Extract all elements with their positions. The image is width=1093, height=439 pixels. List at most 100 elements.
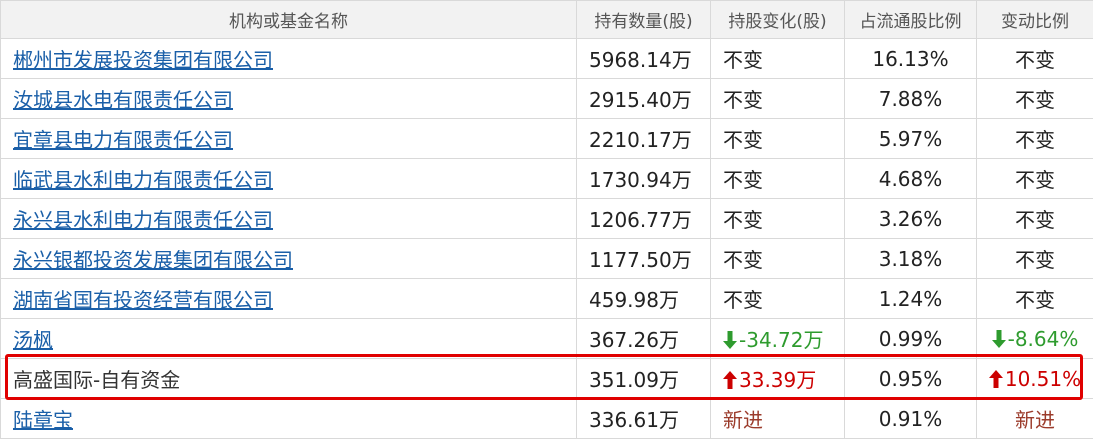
- cell-float-pct: 0.91%: [845, 399, 977, 439]
- cell-holding: 2915.40万: [577, 79, 711, 119]
- arrow-down-icon: [723, 328, 739, 352]
- table-row: 永兴县水利电力有限责任公司1206.77万不变3.26%不变: [1, 199, 1093, 239]
- header-institution-name[interactable]: 机构或基金名称: [1, 1, 577, 39]
- institution-link[interactable]: 湖南省国有投资经营有限公司: [13, 288, 273, 312]
- table-row: 汤枫 367.26万 -34.72万 0.99% -8.64%: [1, 319, 1093, 359]
- table-row: 陆章宝336.61万新进0.91%新进: [1, 399, 1093, 439]
- cell-name: 陆章宝: [1, 399, 577, 439]
- shareholder-table: 机构或基金名称 持有数量(股) 持股变化(股) 占流通股比例 变动比例 郴州市发…: [0, 0, 1093, 439]
- cell-ratio-value: 新进: [1015, 408, 1055, 432]
- cell-change-value: 不变: [723, 48, 763, 72]
- table-row: 临武县水利电力有限责任公司1730.94万不变4.68%不变: [1, 159, 1093, 199]
- header-holding-change[interactable]: 持股变化(股): [711, 1, 845, 39]
- cell-name: 高盛国际-自有资金: [1, 359, 577, 399]
- cell-holding: 367.26万: [577, 319, 711, 359]
- cell-ratio: 不变: [977, 39, 1093, 79]
- cell-change-value: 不变: [723, 208, 763, 232]
- table-header-row: 机构或基金名称 持有数量(股) 持股变化(股) 占流通股比例 变动比例: [1, 1, 1093, 39]
- cell-ratio: 不变: [977, 199, 1093, 239]
- institution-link[interactable]: 汝城县水电有限责任公司: [13, 88, 233, 112]
- table-row: 永兴银都投资发展集团有限公司1177.50万不变3.18%不变: [1, 239, 1093, 279]
- cell-holding: 5968.14万: [577, 39, 711, 79]
- cell-ratio-value: 不变: [1015, 128, 1055, 152]
- cell-holding: 351.09万: [577, 359, 711, 399]
- arrow-up-icon: [723, 368, 739, 392]
- cell-float-pct: 5.97%: [845, 119, 977, 159]
- cell-holding: 336.61万: [577, 399, 711, 439]
- cell-change: 不变: [711, 279, 845, 319]
- cell-ratio-value: -8.64%: [1008, 327, 1079, 351]
- cell-ratio-value: 不变: [1015, 208, 1055, 232]
- cell-ratio: 不变: [977, 239, 1093, 279]
- header-change-ratio[interactable]: 变动比例: [977, 1, 1093, 39]
- cell-change: 不变: [711, 79, 845, 119]
- header-holding-quantity[interactable]: 持有数量(股): [577, 1, 711, 39]
- cell-ratio-value: 不变: [1015, 168, 1055, 192]
- cell-change-value: 不变: [723, 288, 763, 312]
- cell-ratio-value: 不变: [1015, 48, 1055, 72]
- institution-link[interactable]: 郴州市发展投资集团有限公司: [13, 48, 273, 72]
- cell-holding: 1730.94万: [577, 159, 711, 199]
- arrow-down-icon: [992, 327, 1008, 351]
- cell-ratio: 不变: [977, 159, 1093, 199]
- cell-name: 汤枫: [1, 319, 577, 359]
- cell-name: 湖南省国有投资经营有限公司: [1, 279, 577, 319]
- cell-change: 33.39万: [711, 359, 845, 399]
- cell-change-value: -34.72万: [739, 328, 823, 352]
- cell-change-value: 不变: [723, 168, 763, 192]
- institution-link[interactable]: 汤枫: [13, 328, 53, 352]
- institution-name: 高盛国际-自有资金: [13, 368, 180, 392]
- table-row: 高盛国际-自有资金 351.09万 33.39万 0.95% 10.51%: [1, 359, 1093, 399]
- cell-ratio: 不变: [977, 279, 1093, 319]
- cell-float-pct: 0.99%: [845, 319, 977, 359]
- cell-ratio: 新进: [977, 399, 1093, 439]
- cell-change: 新进: [711, 399, 845, 439]
- table-row: 湖南省国有投资经营有限公司459.98万不变1.24%不变: [1, 279, 1093, 319]
- arrow-up-icon: [989, 367, 1005, 391]
- cell-holding: 1206.77万: [577, 199, 711, 239]
- cell-ratio-value: 不变: [1015, 288, 1055, 312]
- cell-name: 临武县水利电力有限责任公司: [1, 159, 577, 199]
- table-row: 郴州市发展投资集团有限公司5968.14万不变16.13%不变: [1, 39, 1093, 79]
- cell-float-pct: 16.13%: [845, 39, 977, 79]
- cell-float-pct: 0.95%: [845, 359, 977, 399]
- table-row: 宜章县电力有限责任公司2210.17万不变5.97%不变: [1, 119, 1093, 159]
- cell-float-pct: 4.68%: [845, 159, 977, 199]
- cell-ratio: -8.64%: [977, 319, 1093, 359]
- cell-change-value: 33.39万: [739, 368, 816, 392]
- cell-holding: 2210.17万: [577, 119, 711, 159]
- institution-link[interactable]: 永兴县水利电力有限责任公司: [13, 208, 273, 232]
- cell-float-pct: 1.24%: [845, 279, 977, 319]
- cell-change: 不变: [711, 239, 845, 279]
- cell-name: 永兴银都投资发展集团有限公司: [1, 239, 577, 279]
- cell-float-pct: 7.88%: [845, 79, 977, 119]
- cell-ratio: 不变: [977, 119, 1093, 159]
- institution-link[interactable]: 永兴银都投资发展集团有限公司: [13, 248, 293, 272]
- header-float-share-pct[interactable]: 占流通股比例: [845, 1, 977, 39]
- cell-change: 不变: [711, 199, 845, 239]
- table-row: 汝城县水电有限责任公司2915.40万不变7.88%不变: [1, 79, 1093, 119]
- cell-name: 永兴县水利电力有限责任公司: [1, 199, 577, 239]
- cell-ratio: 10.51%: [977, 359, 1093, 399]
- cell-name: 汝城县水电有限责任公司: [1, 79, 577, 119]
- cell-change-value: 不变: [723, 128, 763, 152]
- institution-link[interactable]: 陆章宝: [13, 408, 73, 432]
- cell-change: 不变: [711, 159, 845, 199]
- cell-holding: 1177.50万: [577, 239, 711, 279]
- cell-name: 宜章县电力有限责任公司: [1, 119, 577, 159]
- institution-link[interactable]: 宜章县电力有限责任公司: [13, 128, 233, 152]
- cell-change-value: 不变: [723, 88, 763, 112]
- cell-change-value: 不变: [723, 248, 763, 272]
- cell-change: 不变: [711, 39, 845, 79]
- cell-change: -34.72万: [711, 319, 845, 359]
- cell-change-value: 新进: [723, 408, 763, 432]
- cell-name: 郴州市发展投资集团有限公司: [1, 39, 577, 79]
- cell-holding: 459.98万: [577, 279, 711, 319]
- cell-ratio-value: 10.51%: [1005, 367, 1081, 391]
- institution-link[interactable]: 临武县水利电力有限责任公司: [13, 168, 273, 192]
- cell-ratio-value: 不变: [1015, 248, 1055, 272]
- cell-float-pct: 3.26%: [845, 199, 977, 239]
- cell-ratio: 不变: [977, 79, 1093, 119]
- cell-float-pct: 3.18%: [845, 239, 977, 279]
- cell-ratio-value: 不变: [1015, 88, 1055, 112]
